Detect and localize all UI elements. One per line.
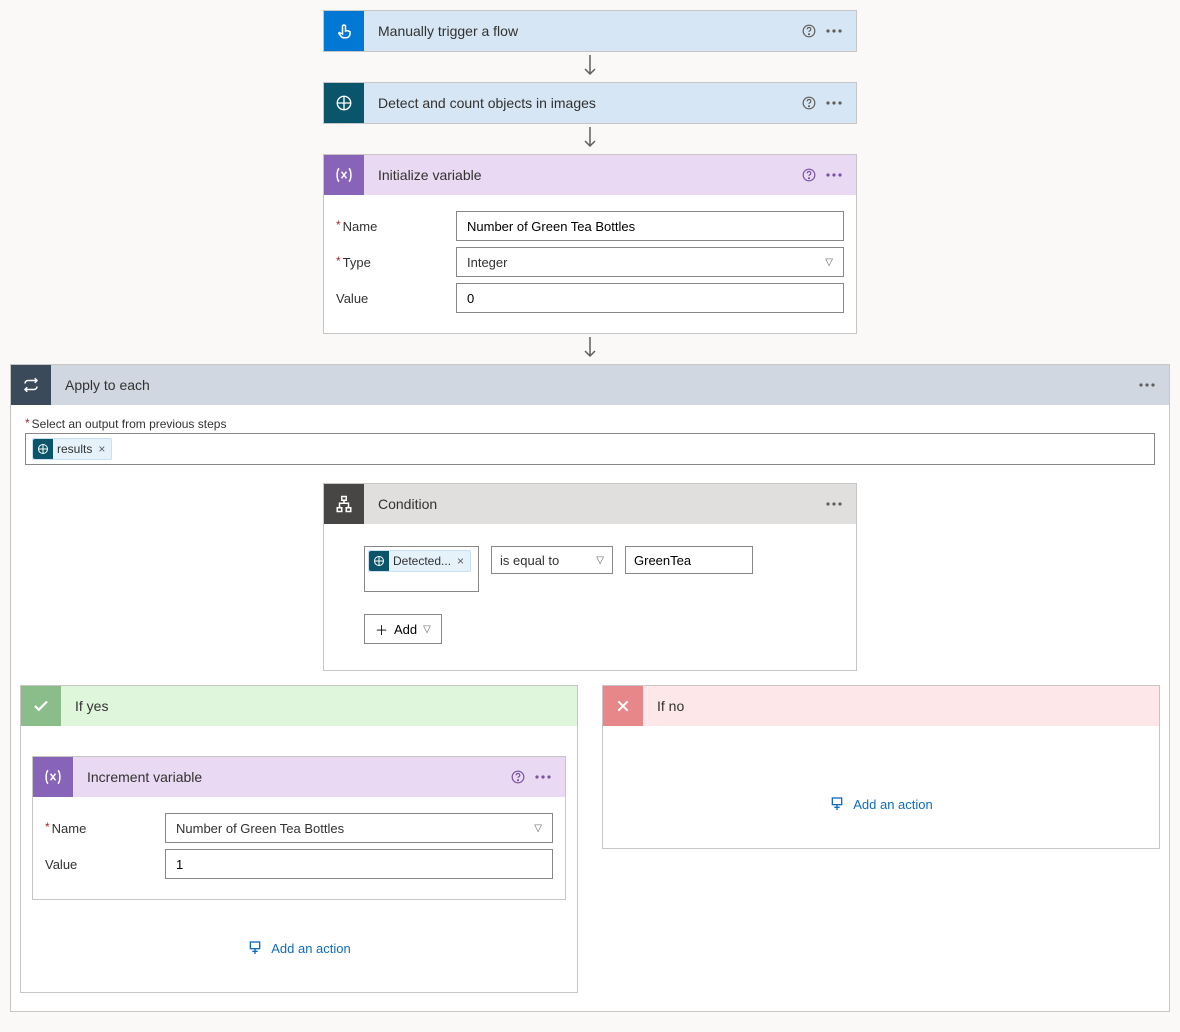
touch-icon: [324, 11, 364, 51]
apply-each-actions: [1139, 383, 1169, 387]
increment-var-card[interactable]: Increment variable *Name: [32, 756, 566, 900]
condition-branches: If yes Increment variable: [20, 685, 1160, 993]
ai-icon: [33, 439, 53, 459]
more-icon[interactable]: [826, 502, 842, 506]
name-label: *Name: [336, 219, 456, 234]
arrow-icon: [584, 124, 596, 154]
condition-lhs[interactable]: Detected... ×: [364, 546, 479, 592]
plus-icon: ＋: [375, 620, 388, 639]
condition-title: Condition: [364, 496, 826, 512]
output-token-input[interactable]: results ×: [25, 433, 1155, 465]
detect-actions: [802, 96, 856, 110]
if-yes-header[interactable]: If yes: [21, 686, 577, 726]
add-action-button[interactable]: Add an action: [247, 940, 351, 956]
condition-header[interactable]: Condition: [324, 484, 856, 524]
apply-each-inner: Condition Detected... ×: [25, 483, 1155, 993]
help-icon[interactable]: [802, 96, 816, 110]
init-var-title: Initialize variable: [364, 167, 802, 183]
trigger-card[interactable]: Manually trigger a flow: [323, 10, 857, 52]
x-icon: [603, 686, 643, 726]
help-icon[interactable]: [511, 770, 525, 784]
trigger-actions: [802, 24, 856, 38]
init-type-value: Integer: [467, 255, 507, 270]
trigger-title: Manually trigger a flow: [364, 23, 802, 39]
inc-name-value: Number of Green Tea Bottles: [176, 821, 344, 836]
condition-card[interactable]: Condition Detected... ×: [323, 483, 857, 671]
init-var-header[interactable]: Initialize variable: [324, 155, 856, 195]
if-no-body: Add an action: [603, 726, 1159, 848]
init-value-input[interactable]: [456, 283, 844, 313]
help-icon[interactable]: [802, 168, 816, 182]
chevron-down-icon: ▽: [423, 624, 431, 635]
more-icon[interactable]: [826, 173, 842, 177]
add-label: Add: [394, 622, 417, 637]
token-label: Detected...: [393, 554, 451, 568]
value-label: Value: [336, 291, 456, 306]
condition-add-button[interactable]: ＋ Add ▽: [364, 614, 442, 644]
init-type-select[interactable]: Integer ▽: [456, 247, 844, 277]
value-label: Value: [45, 857, 165, 872]
if-yes-branch: If yes Increment variable: [20, 685, 578, 993]
add-action-button[interactable]: Add an action: [829, 796, 933, 812]
chevron-down-icon: ▽: [534, 823, 542, 834]
apply-each-body: *Select an output from previous steps re…: [11, 405, 1169, 1011]
add-action-label: Add an action: [271, 941, 351, 956]
detect-title: Detect and count objects in images: [364, 95, 802, 111]
condition-rhs[interactable]: [625, 546, 753, 574]
token-label: results: [57, 442, 92, 456]
apply-each-header[interactable]: Apply to each: [11, 365, 1169, 405]
condition-actions: [826, 502, 856, 506]
condition-body: Detected... × is equal to ▽ ＋: [324, 524, 856, 670]
more-icon[interactable]: [535, 775, 551, 779]
increment-var-header[interactable]: Increment variable: [33, 757, 565, 797]
name-label: *Name: [45, 821, 165, 836]
inc-name-select[interactable]: Number of Green Tea Bottles ▽: [165, 813, 553, 843]
token-remove[interactable]: ×: [96, 442, 107, 456]
init-name-input[interactable]: [456, 211, 844, 241]
operator-value: is equal to: [500, 553, 559, 568]
if-no-title: If no: [643, 698, 1159, 714]
if-no-branch: If no Add an action: [602, 685, 1160, 849]
init-var-actions: [802, 168, 856, 182]
arrow-icon: [584, 52, 596, 82]
ai-icon: [369, 551, 389, 571]
detect-header[interactable]: Detect and count objects in images: [324, 83, 856, 123]
if-yes-title: If yes: [61, 698, 577, 714]
check-icon: [21, 686, 61, 726]
variable-icon: [324, 155, 364, 195]
chevron-down-icon: ▽: [596, 555, 604, 566]
detected-token[interactable]: Detected... ×: [368, 550, 471, 572]
output-label: *Select an output from previous steps: [25, 417, 1155, 431]
more-icon[interactable]: [1139, 383, 1155, 387]
trigger-header[interactable]: Manually trigger a flow: [324, 11, 856, 51]
if-no-header[interactable]: If no: [603, 686, 1159, 726]
condition-operator[interactable]: is equal to ▽: [491, 546, 613, 574]
detect-card[interactable]: Detect and count objects in images: [323, 82, 857, 124]
results-token[interactable]: results ×: [32, 438, 112, 460]
flow-canvas: Manually trigger a flow Detect and count…: [0, 10, 1180, 1012]
ai-icon: [324, 83, 364, 123]
arrow-icon: [584, 334, 596, 364]
apply-each-title: Apply to each: [51, 377, 1139, 393]
more-icon[interactable]: [826, 101, 842, 105]
type-label: *Type: [336, 255, 456, 270]
more-icon[interactable]: [826, 29, 842, 33]
increment-var-title: Increment variable: [73, 769, 511, 785]
branch-icon: [324, 484, 364, 524]
init-var-card[interactable]: Initialize variable *Name *Type Integer …: [323, 154, 857, 334]
apply-each-card[interactable]: Apply to each *Select an output from pre…: [10, 364, 1170, 1012]
variable-icon: [33, 757, 73, 797]
condition-row: Detected... × is equal to ▽: [364, 546, 816, 592]
loop-icon: [11, 365, 51, 405]
token-remove[interactable]: ×: [455, 554, 466, 568]
add-action-label: Add an action: [853, 797, 933, 812]
help-icon[interactable]: [802, 24, 816, 38]
if-yes-body: Increment variable *Name: [21, 726, 577, 992]
increment-var-actions: [511, 770, 565, 784]
inc-value-input[interactable]: [165, 849, 553, 879]
init-var-body: *Name *Type Integer ▽ Value: [324, 195, 856, 333]
increment-var-body: *Name Number of Green Tea Bottles ▽ Valu…: [33, 797, 565, 899]
chevron-down-icon: ▽: [825, 257, 833, 268]
